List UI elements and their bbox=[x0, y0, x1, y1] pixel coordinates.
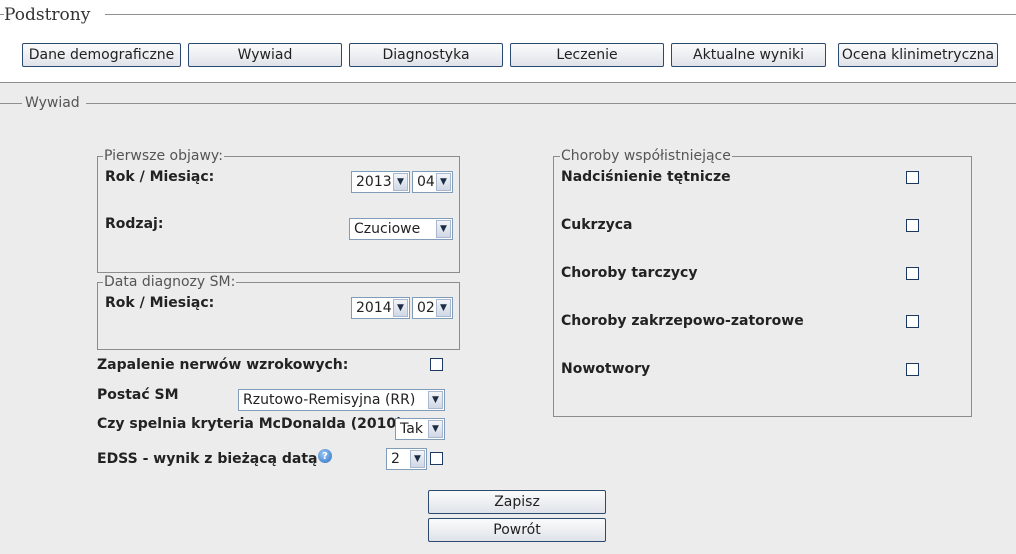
chevron-down-icon: ▼ bbox=[436, 299, 451, 317]
chevron-down-icon: ▼ bbox=[436, 220, 451, 238]
select-value: 02 bbox=[417, 300, 435, 316]
edss-checkbox[interactable] bbox=[430, 452, 443, 465]
choroba-label-nadcisnienie: Nadciśnienie tętnicze bbox=[561, 169, 731, 185]
postac-select[interactable]: Rzutowo-Remisyjna (RR) ▼ bbox=[238, 389, 445, 411]
tab-wywiad[interactable]: Wywiad bbox=[188, 43, 342, 67]
pierwsze-objawy-date-label: Rok / Miesiąc: bbox=[105, 169, 215, 185]
choroby-legend: Choroby współistniejące bbox=[560, 148, 732, 164]
data-diagnozy-date-label: Rok / Miesiąc: bbox=[105, 295, 215, 311]
wywiad-legend: Wywiad bbox=[24, 95, 81, 111]
pierwsze-objawy-month-select[interactable]: 04 ▼ bbox=[412, 171, 453, 193]
mcdonald-select[interactable]: Tak ▼ bbox=[395, 418, 445, 440]
tab-dane-demograficzne[interactable]: Dane demograficzne bbox=[22, 43, 181, 67]
tab-diagnostyka[interactable]: Diagnostyka bbox=[349, 43, 503, 67]
edss-select[interactable]: 2 ▼ bbox=[386, 448, 427, 470]
zapalenie-label: Zapalenie nerwów wzrokowych: bbox=[97, 357, 349, 373]
select-value: 2 bbox=[391, 451, 400, 467]
choroba-label-nowotwory: Nowotwory bbox=[561, 361, 651, 377]
zapalenie-checkbox[interactable] bbox=[430, 358, 443, 371]
select-value: 2014 bbox=[356, 300, 392, 316]
choroba-checkbox-zakrzepowo-zatorowe[interactable] bbox=[906, 315, 919, 328]
choroba-checkbox-cukrzyca[interactable] bbox=[906, 219, 919, 232]
choroba-checkbox-nadcisnienie[interactable] bbox=[906, 171, 919, 184]
select-value: Tak bbox=[400, 421, 423, 437]
podstrony-border-top bbox=[105, 14, 1016, 15]
chevron-down-icon: ▼ bbox=[428, 420, 443, 438]
data-diagnozy-legend: Data diagnozy SM: bbox=[103, 274, 237, 290]
choroba-label-tarczyca: Choroby tarczycy bbox=[561, 265, 698, 281]
postac-label: Postać SM bbox=[97, 387, 179, 403]
tab-leczenie[interactable]: Leczenie bbox=[510, 43, 664, 67]
choroba-label-zakrzepowo-zatorowe: Choroby zakrzepowo-zatorowe bbox=[561, 313, 804, 329]
rodzaj-select[interactable]: Czuciowe ▼ bbox=[349, 218, 453, 240]
edss-label: EDSS - wynik z bieżącą datą bbox=[97, 451, 318, 467]
podstrony-legend: Podstrony bbox=[4, 5, 94, 25]
chevron-down-icon: ▼ bbox=[393, 299, 408, 317]
podstrony-border-bottom bbox=[0, 82, 1016, 83]
choroba-label-cukrzyca: Cukrzyca bbox=[561, 217, 633, 233]
tab-aktualne-wyniki[interactable]: Aktualne wyniki bbox=[671, 43, 826, 67]
chevron-down-icon: ▼ bbox=[436, 173, 451, 191]
select-value: 2013 bbox=[356, 174, 392, 190]
data-diagnozy-month-select[interactable]: 02 ▼ bbox=[412, 297, 453, 319]
choroba-checkbox-nowotwory[interactable] bbox=[906, 363, 919, 376]
help-icon[interactable]: ? bbox=[318, 449, 332, 463]
wywiad-border-left bbox=[0, 103, 22, 104]
choroby-fieldset bbox=[553, 156, 972, 417]
select-value: Rzutowo-Remisyjna (RR) bbox=[243, 392, 416, 408]
data-diagnozy-year-select[interactable]: 2014 ▼ bbox=[351, 297, 410, 319]
tab-ocena-klinimetryczna[interactable]: Ocena klinimetryczna bbox=[838, 43, 998, 67]
pierwsze-objawy-year-select[interactable]: 2013 ▼ bbox=[351, 171, 410, 193]
chevron-down-icon: ▼ bbox=[393, 173, 408, 191]
pierwsze-objawy-legend: Pierwsze objawy: bbox=[103, 148, 224, 164]
rodzaj-label: Rodzaj: bbox=[105, 216, 164, 232]
chevron-down-icon: ▼ bbox=[428, 391, 443, 409]
back-button[interactable]: Powrót bbox=[428, 518, 606, 542]
select-value: Czuciowe bbox=[354, 221, 421, 237]
select-value: 04 bbox=[417, 174, 435, 190]
wywiad-border-top bbox=[86, 103, 1016, 104]
podstrony-section: Podstrony Dane demograficzne Wywiad Diag… bbox=[0, 0, 1016, 83]
mcdonald-label: Czy spelnia kryteria McDonalda (2010) bbox=[97, 416, 403, 432]
chevron-down-icon: ▼ bbox=[410, 450, 425, 468]
choroba-checkbox-tarczyca[interactable] bbox=[906, 267, 919, 280]
save-button[interactable]: Zapisz bbox=[428, 490, 606, 514]
